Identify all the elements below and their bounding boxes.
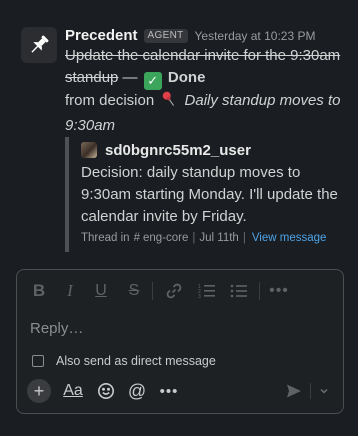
ordered-list-icon[interactable]: 1 2 3	[197, 281, 217, 301]
plus-icon[interactable]: +	[27, 379, 51, 403]
also-send-checkbox[interactable]	[32, 355, 44, 367]
channel-hash-icon: #	[133, 232, 140, 244]
done-label: Done	[167, 69, 206, 86]
quoted-username[interactable]: sd0bgnrc55m2_user	[105, 142, 251, 159]
reply-composer: B I U S 1 2 3 ••• Reply… Also send as di…	[16, 269, 344, 414]
quoted-header: sd0bgnrc55m2_user	[81, 138, 345, 162]
sender-name[interactable]: Precedent	[65, 27, 138, 44]
meta-divider: |	[242, 232, 246, 244]
chevron-down-icon[interactable]	[316, 379, 332, 403]
more-formatting-icon[interactable]: •••	[269, 281, 289, 301]
link-icon[interactable]	[164, 281, 184, 301]
toolbar-divider	[259, 282, 260, 300]
quoted-date: Jul 11th	[199, 232, 239, 244]
meta-divider: |	[192, 232, 196, 244]
pushpin-emoji-icon	[160, 90, 178, 115]
italic-icon[interactable]: I	[60, 281, 80, 301]
emoji-icon[interactable]	[94, 379, 118, 403]
toolbar-divider	[152, 282, 153, 300]
strikethrough-icon[interactable]: S	[124, 281, 144, 301]
pushpin-icon	[31, 35, 49, 53]
bullet-list-icon[interactable]	[229, 281, 249, 301]
agent-badge: AGENT	[143, 28, 188, 43]
more-icon[interactable]: •••	[157, 379, 181, 403]
channel-name[interactable]: eng-core	[143, 232, 188, 244]
quoted-message[interactable]: sd0bgnrc55m2_user Decision: daily standu…	[65, 137, 345, 252]
also-send-row[interactable]: Also send as direct message	[32, 354, 216, 368]
app-avatar[interactable]	[21, 27, 57, 63]
message-header: Precedent AGENT Yesterday at 10:23 PM	[65, 26, 350, 45]
message: Precedent AGENT Yesterday at 10:23 PM Up…	[0, 0, 358, 262]
quoted-meta: Thread in # eng-core | Jul 11th | View m…	[81, 232, 345, 244]
also-send-label: Also send as direct message	[56, 354, 216, 368]
quoted-text: Decision: daily standup moves to 9:30am …	[81, 164, 338, 225]
mention-icon[interactable]: @	[125, 379, 149, 403]
message-timestamp[interactable]: Yesterday at 10:23 PM	[195, 29, 316, 43]
message-body: Precedent AGENT Yesterday at 10:23 PM Up…	[65, 26, 350, 137]
send-icon[interactable]	[283, 379, 305, 403]
check-mark-icon: ✓	[143, 72, 162, 90]
message-text: Update the calendar invite for the 9:30a…	[65, 45, 350, 137]
user-avatar[interactable]	[81, 142, 97, 158]
text-format-icon[interactable]: Aa	[61, 379, 85, 403]
underline-icon[interactable]: U	[91, 281, 111, 301]
reply-input[interactable]: Reply…	[30, 320, 83, 337]
dash-separator: —	[118, 69, 142, 86]
thread-in-label: Thread in	[81, 232, 130, 244]
send-divider	[310, 383, 311, 399]
view-message-link[interactable]: View message	[252, 232, 327, 244]
bold-icon[interactable]: B	[29, 281, 49, 301]
from-decision-prefix: from decision	[65, 92, 155, 109]
svg-text:3: 3	[198, 294, 201, 300]
formatting-toolbar: B I U S 1 2 3 •••	[17, 270, 343, 312]
